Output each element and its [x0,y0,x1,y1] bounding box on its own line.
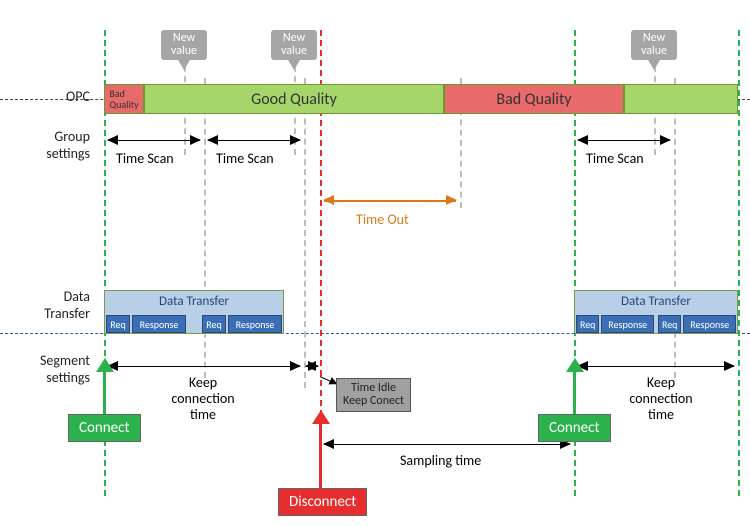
span-keepconn-2-label: Keep connection time [616,375,706,423]
dt-req: Req [576,315,599,333]
callout-new-value-1: New value [161,30,207,70]
arrow-connect-1 [103,370,106,415]
dt-title: Data Transfer [575,294,737,309]
arrow-connect-2 [573,370,576,415]
span-timescan-1-label: Time Scan [116,150,174,167]
badge-connect-2: Connect [538,414,611,442]
callout-new-value-2: New value [271,30,317,70]
callout-new-value-3: New value [631,30,677,70]
dt-resp: Response [132,315,186,333]
opc-seg-bad-1: Bad Quality [104,84,144,114]
dt-cells: Req Response Req Response [105,315,283,333]
span-timeout-label: Time Out [356,211,409,228]
callout-text: New value [631,30,677,60]
span-timeout [324,200,456,202]
dt-resp: Response [601,315,654,333]
label-group: Group settings [0,128,90,162]
dt-req: Req [658,315,681,333]
span-timescan-3-label: Time Scan [586,150,644,167]
label-segment: Segment settings [0,352,90,386]
span-timescan-1 [108,140,200,141]
dt-req: Req [106,315,130,333]
dt-req: Req [202,315,226,333]
arrow-disconnect [319,422,322,488]
opc-seg-bad-2: Bad Quality [444,84,624,114]
idle-leader [320,376,337,385]
badge-disconnect: Disconnect [278,488,367,516]
opc-seg-good-1: Good Quality [144,84,444,114]
span-timescan-3 [578,140,670,141]
dt-panel-1: Data Transfer Req Response Req Response [104,290,284,334]
span-keepconn-1 [108,366,300,367]
span-sampling-label: Sampling time [400,452,481,469]
dt-cells: Req Response Req Response [575,315,737,333]
span-timescan-2-label: Time Scan [216,150,274,167]
dt-resp: Response [228,315,282,333]
span-idle [306,366,318,367]
diagram-canvas: OPC Group settings Data Transfer Segment… [0,0,750,526]
idle-box: Time Idle Keep Conect [336,378,411,412]
label-opc: OPC [0,88,90,105]
badge-connect-1: Connect [68,414,141,442]
span-timescan-2 [208,140,300,141]
label-data: Data Transfer [0,288,90,322]
callout-text: New value [271,30,317,60]
opc-seg-good-2 [624,84,738,114]
dt-title: Data Transfer [105,294,283,309]
span-keepconn-1-label: Keep connection time [158,375,248,423]
span-keepconn-2 [578,366,734,367]
dt-resp: Response [683,315,736,333]
span-sampling [324,444,570,445]
dt-panel-2: Data Transfer Req Response Req Response [574,290,738,334]
callout-text: New value [161,30,207,60]
